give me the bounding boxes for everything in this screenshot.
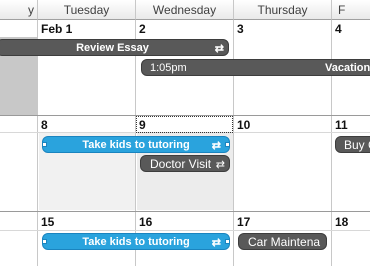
header-tuesday-label: Tuesday (63, 3, 110, 17)
day-number-feb1[interactable]: Feb 1 (41, 22, 72, 36)
day-number-8[interactable]: 8 (41, 118, 48, 132)
resize-handle-right[interactable] (225, 142, 229, 147)
event-take-kids-to-tutoring-week2[interactable]: Take kids to tutoring ⇄ (42, 136, 230, 153)
event-buy[interactable]: Buy C (335, 136, 370, 153)
day-number-11[interactable]: 11 (335, 118, 348, 132)
event-car-maintenance-label: Car Maintena (248, 235, 321, 249)
header-wednesday-label: Wednesday (152, 3, 217, 17)
grid-daynum-divider-3 (0, 230, 370, 231)
day-number-2[interactable]: 2 (139, 22, 146, 36)
recurring-icon: ⇄ (215, 159, 225, 171)
selected-day-outline (136, 116, 233, 133)
header-monday: y (0, 0, 38, 20)
header-tuesday: Tuesday (38, 0, 136, 20)
event-doctor-visit-label: Doctor Visit (150, 157, 212, 171)
header-thursday-label: Thursday (257, 3, 308, 17)
event-car-maintenance[interactable]: Car Maintena (238, 233, 327, 250)
day-number-18[interactable]: 18 (335, 215, 348, 229)
recurring-icon: ⇄ (211, 140, 221, 152)
event-vacation[interactable]: 1:05pm Vacation (141, 59, 370, 76)
recurring-icon: ⇄ (211, 237, 221, 249)
event-review-essay-label: Review Essay (76, 42, 149, 54)
event-vacation-title: Vacation (325, 62, 370, 74)
resize-handle-left[interactable] (43, 239, 47, 244)
day-number-3[interactable]: 3 (237, 22, 244, 36)
day-number-9[interactable]: 9 (139, 118, 146, 132)
event-tutoring-label: Take kids to tutoring (82, 236, 190, 248)
grid-week-divider-2 (0, 211, 370, 212)
header-friday-label: F (338, 3, 346, 17)
event-vacation-time: 1:05pm (150, 62, 187, 74)
header-thursday: Thursday (234, 0, 332, 20)
calendar-month-view: y Tuesday Wednesday Thursday F Feb 1 2 3… (0, 0, 370, 266)
resize-handle-left[interactable] (43, 142, 47, 147)
header-monday-label: y (28, 3, 34, 17)
event-take-kids-to-tutoring-week3[interactable]: Take kids to tutoring ⇄ (42, 233, 230, 250)
header-wednesday: Wednesday (136, 0, 234, 20)
resize-handle-right[interactable] (225, 239, 229, 244)
recurring-icon: ⇄ (214, 43, 224, 55)
event-doctor-visit[interactable]: Doctor Visit ⇄ (140, 155, 230, 172)
event-tutoring-label: Take kids to tutoring (82, 139, 190, 151)
event-review-essay[interactable]: Review Essay ⇄ (0, 39, 229, 56)
day-number-16[interactable]: 16 (139, 215, 152, 229)
day-number-10[interactable]: 10 (237, 118, 250, 132)
header-friday: F (332, 0, 370, 20)
day-number-17[interactable]: 17 (237, 215, 250, 229)
day-number-4[interactable]: 4 (335, 22, 342, 36)
event-buy-label: Buy C (344, 138, 370, 152)
day-number-15[interactable]: 15 (41, 215, 54, 229)
